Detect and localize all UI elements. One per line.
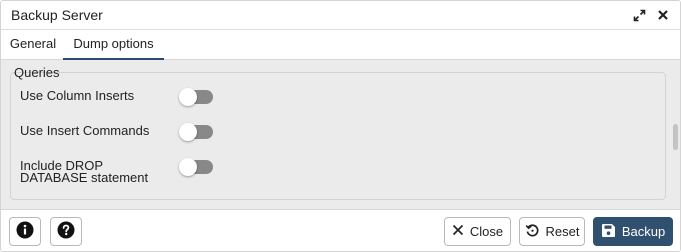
use-insert-commands-toggle[interactable]	[179, 123, 213, 141]
use-insert-commands-label: Use Insert Commands	[20, 123, 150, 138]
reset-button-label: Reset	[545, 224, 580, 239]
info-icon	[16, 221, 34, 242]
tab-general[interactable]: General	[3, 30, 63, 60]
close-button-label: Close	[469, 224, 504, 239]
backup-button[interactable]: Backup	[593, 217, 673, 246]
help-icon	[57, 221, 75, 242]
reset-icon	[525, 223, 540, 241]
toggle-knob	[179, 158, 197, 176]
info-button[interactable]	[9, 217, 41, 246]
toggle-knob	[179, 88, 197, 106]
backup-server-dialog: Backup Server General Dump options Queri…	[0, 0, 681, 252]
panel-scrollbar[interactable]	[673, 124, 678, 150]
dialog-title: Backup Server	[11, 7, 103, 23]
close-button[interactable]: Close	[444, 217, 511, 246]
close-x-icon	[452, 224, 464, 239]
help-button[interactable]	[50, 217, 82, 246]
dialog-footer: Close Reset Backup	[1, 209, 680, 251]
reset-button[interactable]: Reset	[519, 217, 585, 246]
include-drop-database-label-line2: DATABASE statement	[20, 170, 149, 185]
save-icon	[601, 223, 616, 241]
tab-bar: General Dump options	[1, 30, 680, 60]
use-column-inserts-toggle[interactable]	[179, 88, 213, 106]
close-icon[interactable]	[655, 5, 671, 25]
expand-icon[interactable]	[631, 5, 647, 25]
queries-section-title: Queries	[14, 65, 60, 80]
titlebar-controls	[631, 5, 671, 25]
dialog-titlebar: Backup Server	[1, 1, 680, 30]
dump-options-panel: Queries Use Column Inserts Use Insert Co…	[1, 60, 680, 210]
backup-button-label: Backup	[621, 224, 666, 239]
toggle-knob	[179, 123, 197, 141]
include-drop-database-toggle[interactable]	[179, 158, 213, 176]
use-column-inserts-label: Use Column Inserts	[20, 88, 135, 103]
tab-dump-options[interactable]: Dump options	[63, 30, 164, 60]
